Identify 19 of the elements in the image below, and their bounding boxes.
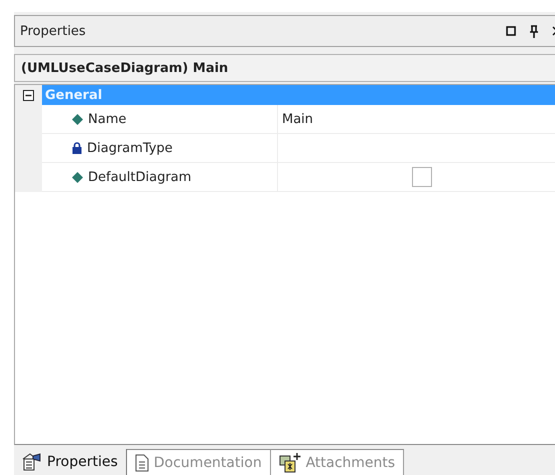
panel-title: Properties [20, 24, 87, 38]
document-icon [134, 454, 149, 472]
category-row[interactable]: General [42, 85, 555, 105]
tab[interactable]: Attachments [270, 449, 404, 475]
property-name: DiagramType [87, 140, 173, 156]
restore-icon[interactable] [506, 26, 516, 36]
checkbox[interactable] [412, 167, 432, 187]
property-name: DefaultDiagram [88, 170, 192, 184]
diamond-icon [72, 114, 83, 124]
object-title: (UMLUseCaseDiagram) Main [21, 60, 228, 76]
tab[interactable]: Documentation [126, 449, 271, 475]
property-value[interactable]: Main [282, 112, 314, 126]
properties-icon [22, 453, 42, 471]
diamond-icon [72, 172, 83, 182]
pin-icon[interactable] [529, 24, 539, 38]
lock-icon [72, 142, 82, 154]
property-name: Name [88, 112, 126, 126]
collapse-icon[interactable] [23, 90, 34, 100]
attachments-icon [278, 452, 301, 472]
